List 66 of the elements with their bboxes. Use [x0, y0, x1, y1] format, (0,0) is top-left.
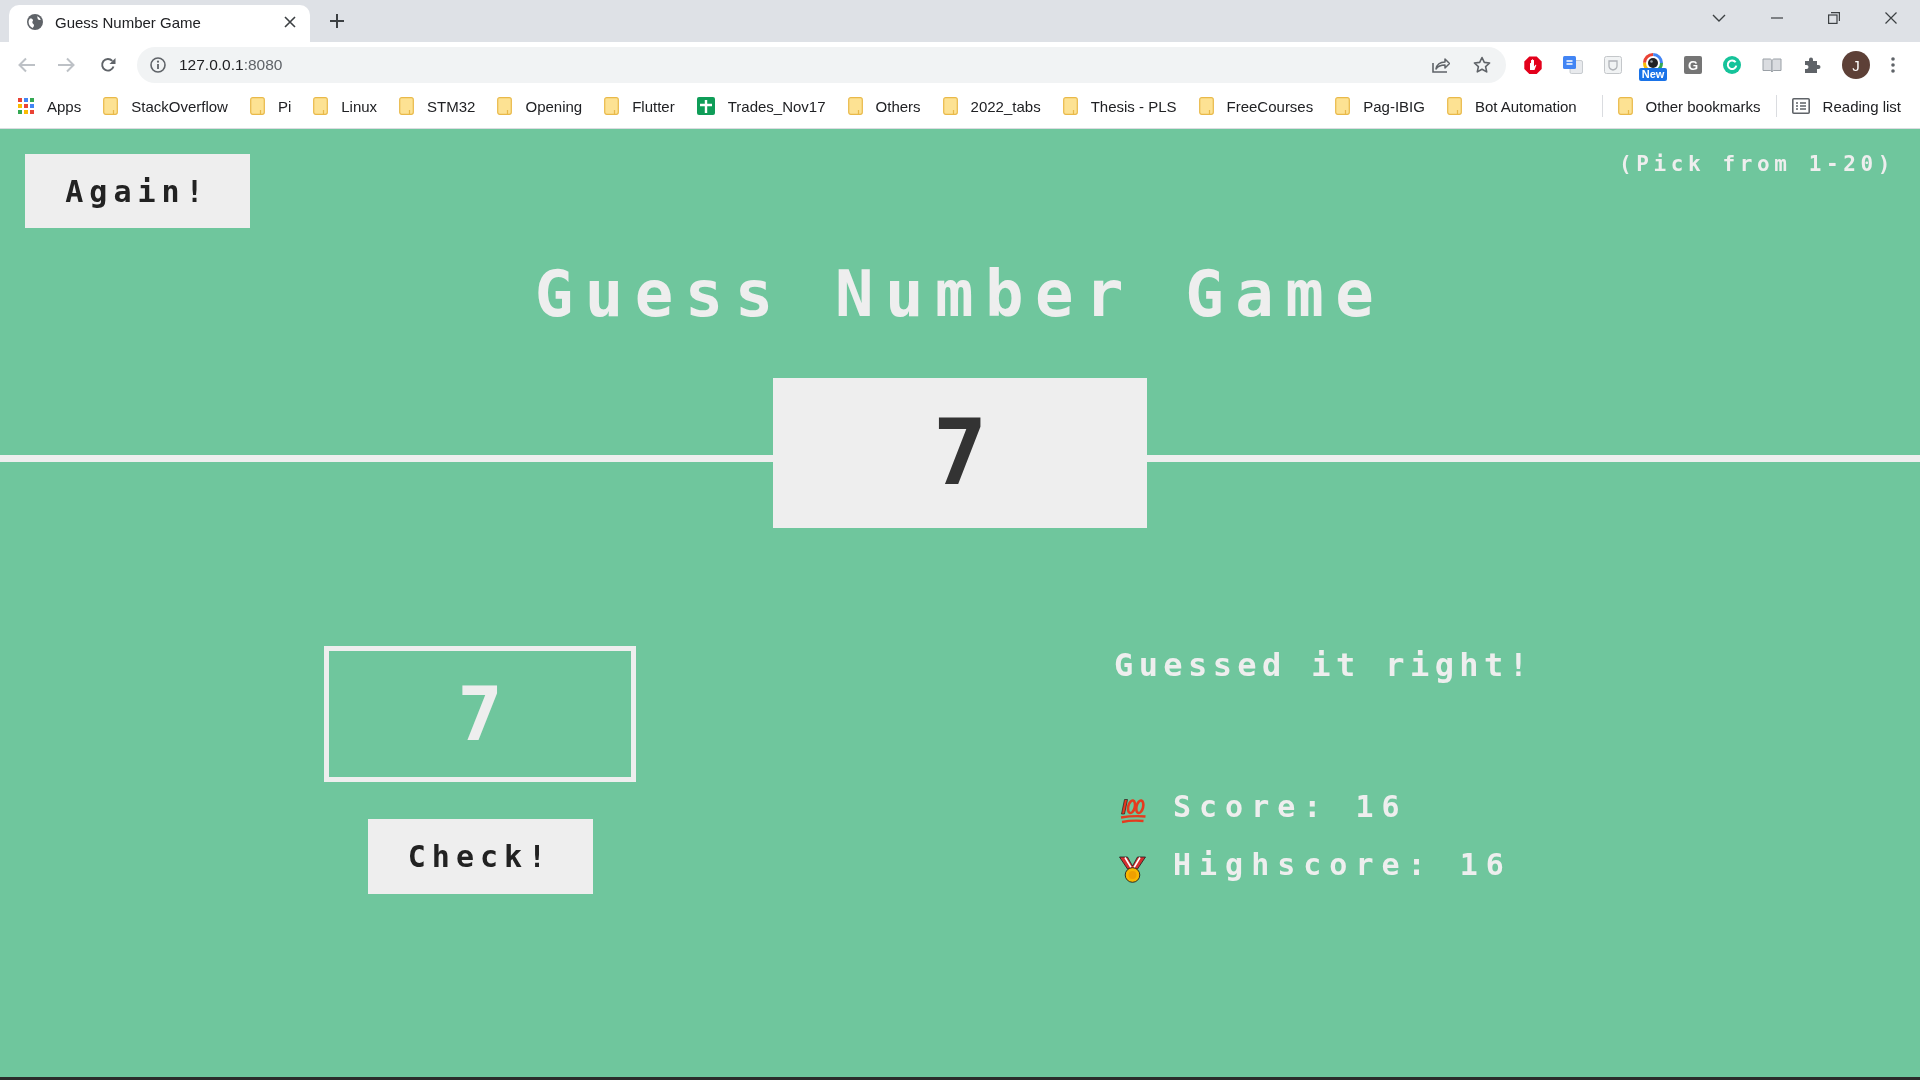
- shield-tile-icon[interactable]: [1604, 56, 1622, 74]
- stat-value: 16: [1459, 849, 1512, 880]
- reading-list-button[interactable]: Reading list: [1791, 97, 1901, 115]
- folder-icon: [604, 97, 620, 115]
- again-button[interactable]: Again!: [25, 154, 250, 228]
- folder-icon: [1198, 97, 1214, 115]
- reload-icon[interactable]: [100, 57, 116, 73]
- bookmark[interactable]: STM32: [399, 97, 476, 115]
- folder-icon: [249, 97, 265, 115]
- address-field[interactable]: 127.0.0.1:8080: [137, 47, 1506, 83]
- bookmark[interactable]: Others: [847, 97, 921, 115]
- letter-extension-button[interactable]: G: [1684, 56, 1702, 74]
- plus-icon[interactable]: [329, 13, 345, 29]
- bookmark[interactable]: Linux: [313, 97, 378, 115]
- folder-icon: [1335, 97, 1351, 115]
- bookmark[interactable]: FreeCourses: [1198, 97, 1314, 115]
- star-icon[interactable]: [1473, 56, 1491, 74]
- close-icon[interactable]: [1885, 12, 1897, 24]
- folder-icon: [1617, 97, 1633, 115]
- bookmark[interactable]: Pag-IBIG: [1335, 97, 1425, 115]
- profile-avatar[interactable]: J: [1842, 51, 1870, 79]
- bookmark[interactable]: Trades_Nov17: [696, 97, 826, 115]
- bookmark[interactable]: Apps: [18, 97, 82, 115]
- bookmark[interactable]: Thesis - PLS: [1062, 97, 1177, 115]
- close-icon[interactable]: [284, 16, 296, 28]
- restore-icon[interactable]: [1828, 12, 1840, 24]
- message-text: Guessed it right!: [1114, 649, 1534, 681]
- apps-grid-icon: [18, 98, 34, 114]
- url-text: 127.0.0.1:8080: [179, 56, 284, 74]
- bookmark[interactable]: 2022_tabs: [942, 97, 1041, 115]
- check-button[interactable]: Check!: [367, 819, 593, 894]
- folder-icon: [103, 97, 119, 115]
- folder-icon: [942, 97, 958, 115]
- hundred-points-icon: [1118, 797, 1147, 825]
- stop-sign-icon[interactable]: [1524, 56, 1542, 74]
- folder-icon: [1446, 97, 1462, 115]
- reading-list-icon: [1791, 98, 1810, 114]
- folder-icon: [399, 97, 415, 115]
- folder-icon: [1062, 97, 1078, 115]
- book-icon[interactable]: [1762, 57, 1782, 73]
- bookmark[interactable]: Bot Automation: [1446, 97, 1577, 115]
- new-badge: New: [1638, 68, 1668, 81]
- browser-tab[interactable]: Guess Number Game: [9, 5, 310, 42]
- bookmark[interactable]: Opening: [497, 97, 583, 115]
- hint-text: (Pick from 1-20): [1619, 154, 1895, 175]
- puzzle-icon[interactable]: [1803, 56, 1821, 74]
- share-icon[interactable]: [1432, 57, 1450, 73]
- globe-icon: [27, 14, 43, 30]
- game-title: Guess Number Game: [534, 261, 1386, 326]
- translate-icon[interactable]: [1563, 56, 1583, 74]
- bookmark[interactable]: Other bookmarks: [1617, 97, 1761, 115]
- more-options-icon[interactable]: [1891, 57, 1895, 73]
- folder-icon: [847, 97, 863, 115]
- stat-label: Highscore:: [1173, 849, 1434, 880]
- folder-icon: [313, 97, 329, 115]
- info-icon[interactable]: [150, 57, 166, 73]
- stat-value: 16: [1355, 791, 1408, 822]
- secret-number-display: 7: [773, 378, 1147, 528]
- chevron-down-icon[interactable]: [1712, 14, 1726, 22]
- stat-label: Score:: [1173, 791, 1330, 822]
- bookmark[interactable]: Flutter: [604, 97, 675, 115]
- bookmark[interactable]: StackOverflow: [103, 97, 228, 115]
- bookmark[interactable]: Pi: [249, 97, 292, 115]
- folder-icon: [497, 97, 513, 115]
- spreadsheet-icon: [696, 97, 715, 115]
- medal-icon: [1118, 855, 1147, 883]
